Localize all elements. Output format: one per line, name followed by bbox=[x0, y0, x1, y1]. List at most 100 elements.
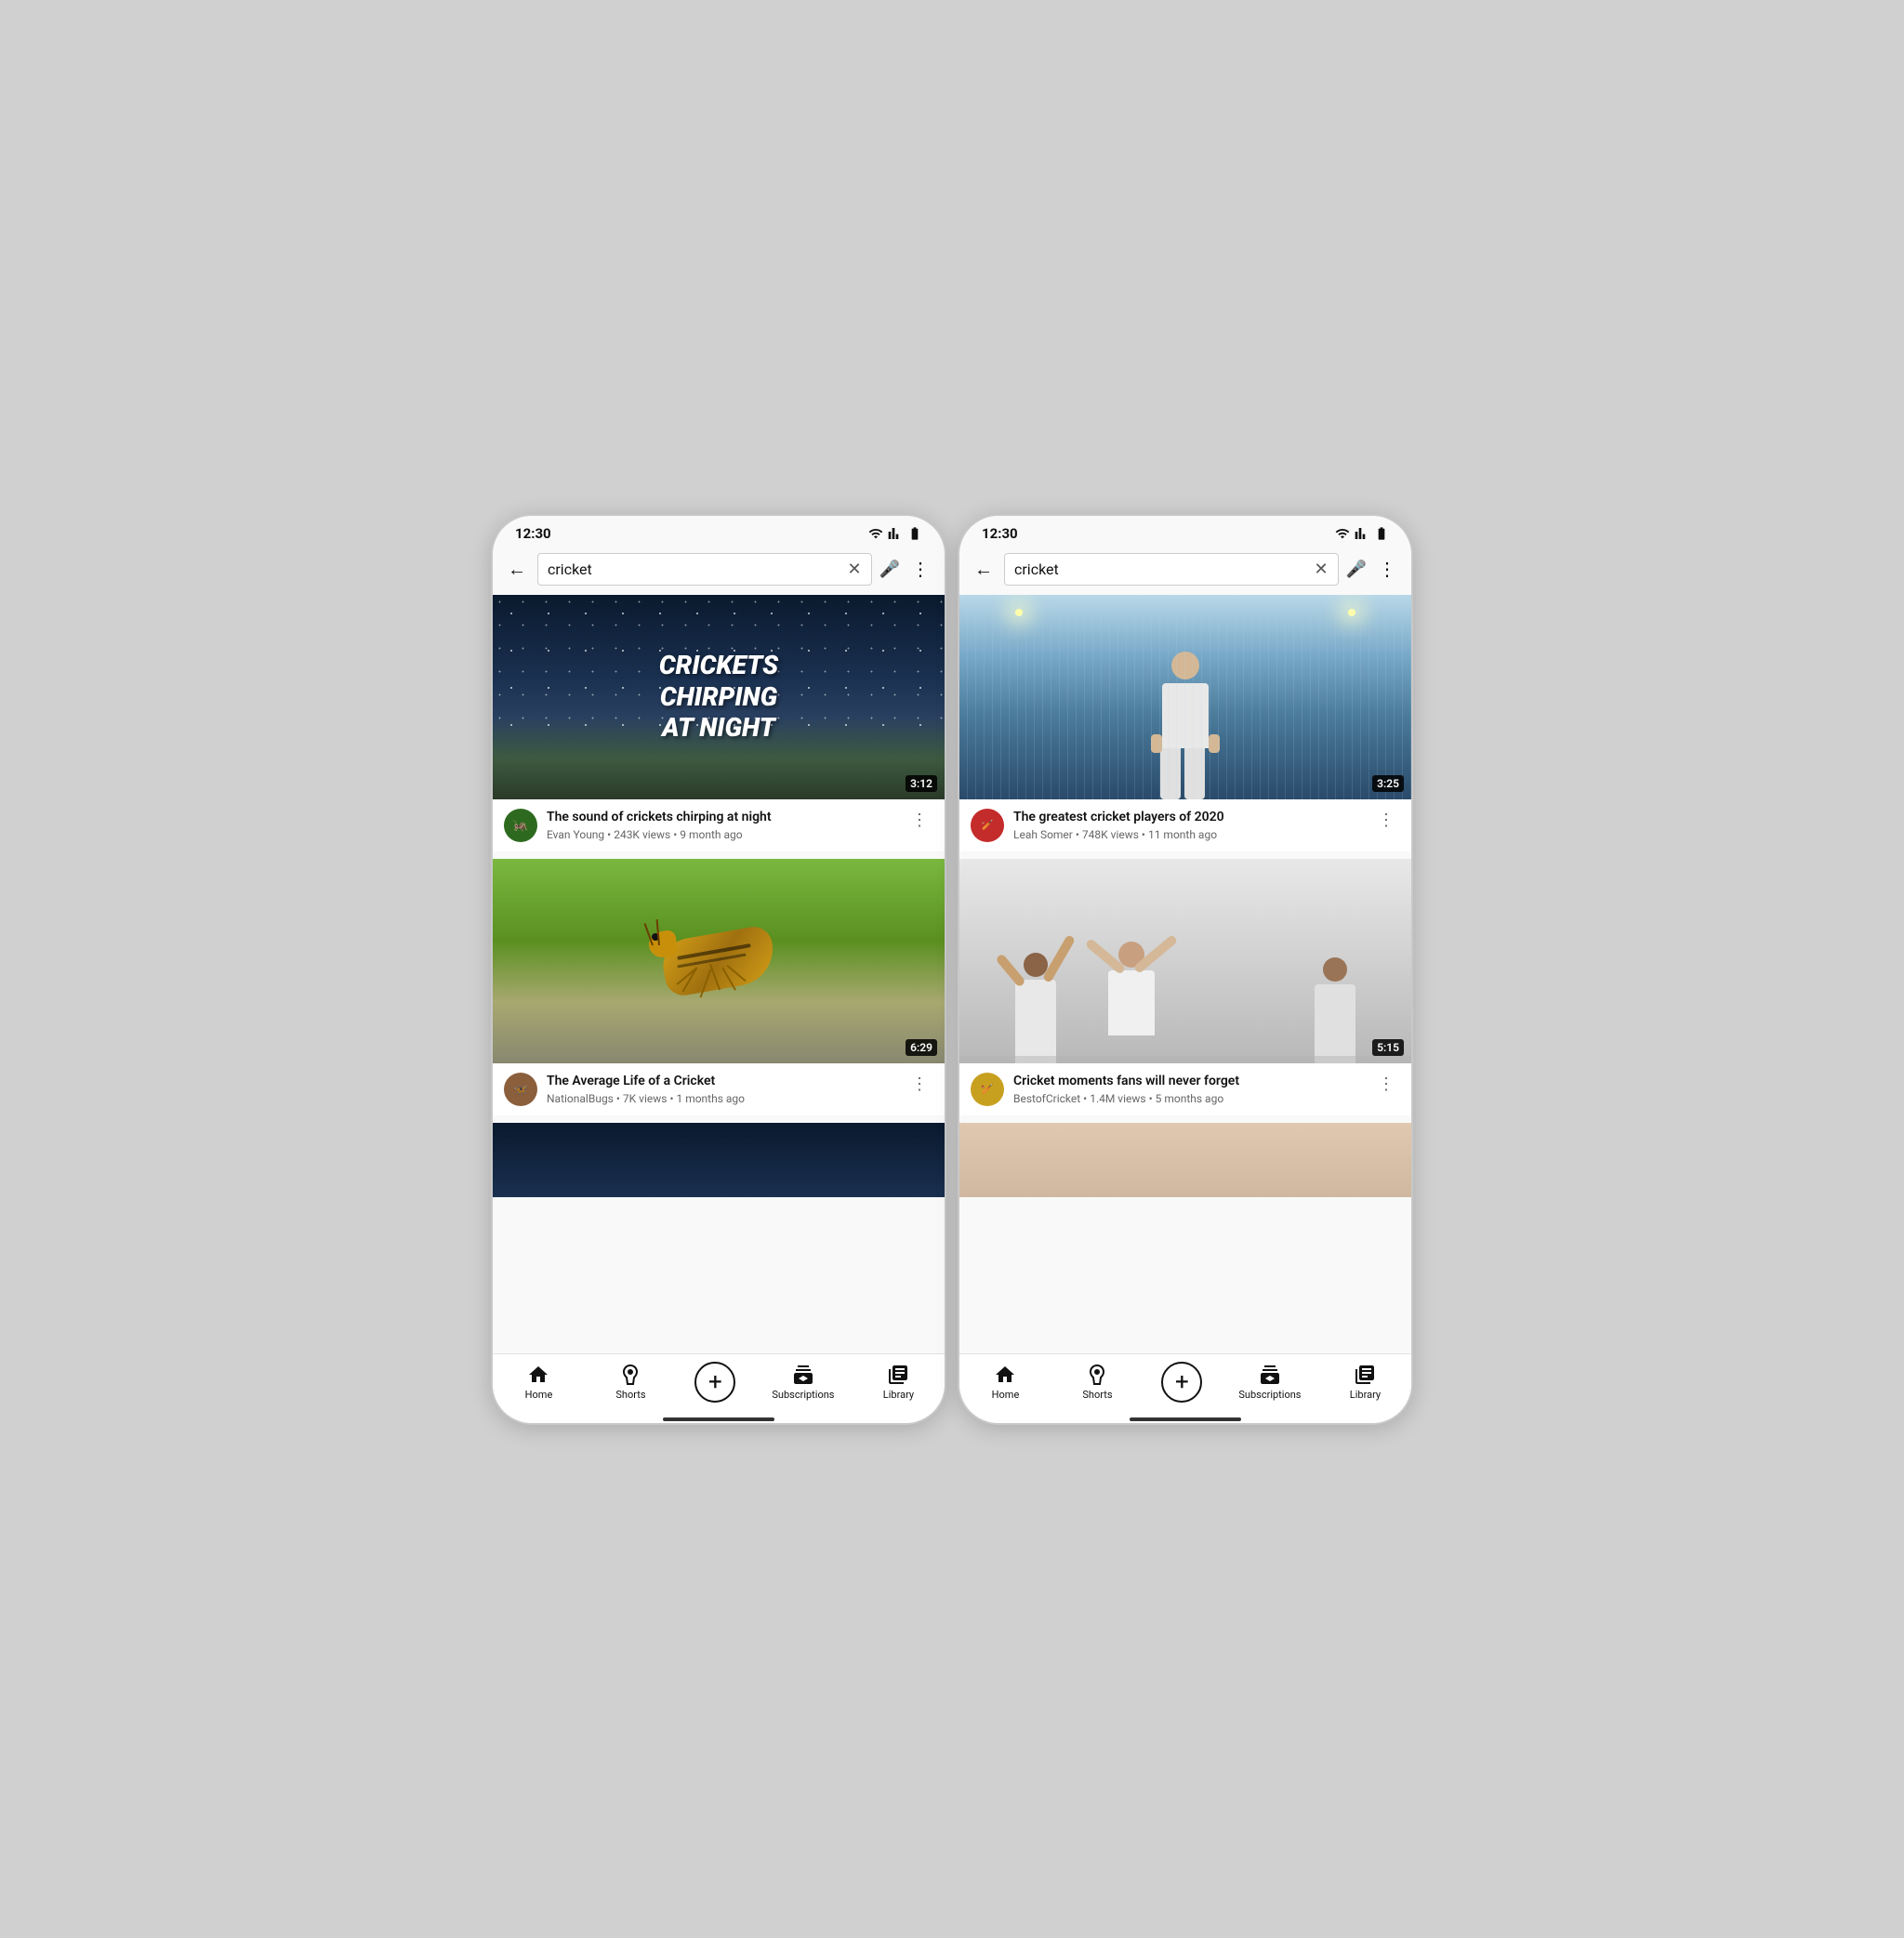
search-mic-left[interactable]: 🎤 bbox=[879, 560, 900, 579]
nav-library-left[interactable]: Library bbox=[870, 1364, 926, 1401]
content-left: CRICKETSCHIRPINGAT NIGHT 3:12 🦗 The soun… bbox=[493, 595, 945, 1353]
subscriptions-icon-right bbox=[1259, 1364, 1281, 1386]
video-sub-1: Evan Young • 243K views • 9 month ago bbox=[547, 828, 896, 841]
video-card-partial-left bbox=[493, 1123, 945, 1197]
back-button-right[interactable]: ← bbox=[971, 554, 997, 585]
library-icon-left bbox=[887, 1364, 909, 1386]
video-sub-3: Leah Somer • 748K views • 11 month ago bbox=[1013, 828, 1363, 841]
nav-home-right[interactable]: Home bbox=[977, 1364, 1033, 1401]
duration-badge-3: 3:25 bbox=[1372, 775, 1404, 792]
status-bar-right: 12:30 bbox=[959, 516, 1411, 547]
video-card-partial-right bbox=[959, 1123, 1411, 1197]
content-right: 3:25 🏏 The greatest cricket players of 2… bbox=[959, 595, 1411, 1353]
signal-icon bbox=[888, 526, 903, 541]
video-more-2[interactable]: ⋮ bbox=[906, 1073, 933, 1096]
nav-subscriptions-left[interactable]: Subscriptions bbox=[772, 1364, 834, 1401]
search-input-wrap-left[interactable]: cricket ✕ bbox=[537, 553, 872, 586]
video-title-3: The greatest cricket players of 2020 bbox=[1013, 809, 1363, 825]
home-indicator-left bbox=[493, 1417, 945, 1423]
subscriptions-icon-left bbox=[792, 1364, 814, 1386]
video-info-3: 🏏 The greatest cricket players of 2020 L… bbox=[959, 799, 1411, 851]
nav-shorts-right[interactable]: Shorts bbox=[1069, 1364, 1125, 1401]
video-title-4: Cricket moments fans will never forget bbox=[1013, 1073, 1363, 1089]
search-bar-left: ← cricket ✕ 🎤 ⋮ bbox=[493, 547, 945, 595]
battery-icon-right bbox=[1374, 526, 1389, 541]
video-more-3[interactable]: ⋮ bbox=[1372, 809, 1400, 832]
bottom-nav-right: Home Shorts + Subscriptions Library bbox=[959, 1353, 1411, 1417]
battery-icon bbox=[907, 526, 922, 541]
video-info-2: 🦋 The Average Life of a Cricket National… bbox=[493, 1063, 945, 1115]
status-bar-left: 12:30 bbox=[493, 516, 945, 547]
thumbnail-4: 5:15 bbox=[959, 859, 1411, 1063]
nav-add-right[interactable]: + bbox=[1161, 1362, 1202, 1403]
home-bar-left bbox=[663, 1417, 774, 1421]
signal-icon-right bbox=[1355, 526, 1369, 541]
home-bar-right bbox=[1130, 1417, 1241, 1421]
video-meta-1: The sound of crickets chirping at night … bbox=[547, 809, 896, 841]
nav-library-right[interactable]: Library bbox=[1337, 1364, 1393, 1401]
duration-badge-1: 3:12 bbox=[906, 775, 937, 792]
video-card-2[interactable]: 6:29 🦋 The Average Life of a Cricket Nat… bbox=[493, 859, 945, 1115]
back-button-left[interactable]: ← bbox=[504, 554, 530, 585]
video-sub-2: NationalBugs • 7K views • 1 months ago bbox=[547, 1092, 896, 1105]
thumb-insect-bg bbox=[493, 859, 945, 1063]
search-clear-right[interactable]: ✕ bbox=[1314, 560, 1328, 579]
duration-badge-2: 6:29 bbox=[906, 1039, 937, 1056]
search-more-left[interactable]: ⋮ bbox=[907, 554, 933, 584]
nav-home-left[interactable]: Home bbox=[510, 1364, 566, 1401]
video-meta-4: Cricket moments fans will never forget B… bbox=[1013, 1073, 1363, 1105]
search-clear-left[interactable]: ✕ bbox=[847, 560, 861, 579]
phone-right: 12:30 ← cricket ✕ 🎤 ⋮ bbox=[958, 514, 1413, 1425]
search-mic-right[interactable]: 🎤 bbox=[1346, 560, 1367, 579]
search-input-wrap-right[interactable]: cricket ✕ bbox=[1004, 553, 1339, 586]
nav-add-left[interactable]: + bbox=[694, 1362, 735, 1403]
phone-left: 12:30 ← cricket ✕ 🎤 ⋮ CRICKETSCHIRPINGAT… bbox=[491, 514, 946, 1425]
video-title-1: The sound of crickets chirping at night bbox=[547, 809, 896, 825]
video-meta-3: The greatest cricket players of 2020 Lea… bbox=[1013, 809, 1363, 841]
thumbnail-2: 6:29 bbox=[493, 859, 945, 1063]
search-bar-right: ← cricket ✕ 🎤 ⋮ bbox=[959, 547, 1411, 595]
video-card-1[interactable]: CRICKETSCHIRPINGAT NIGHT 3:12 🦗 The soun… bbox=[493, 595, 945, 851]
insect-illustration bbox=[626, 896, 812, 1026]
video-info-4: 🏏 Cricket moments fans will never forget… bbox=[959, 1063, 1411, 1115]
thumbnail-3: 3:25 bbox=[959, 595, 1411, 799]
status-time-right: 12:30 bbox=[982, 525, 1018, 542]
video-more-4[interactable]: ⋮ bbox=[1372, 1073, 1400, 1096]
status-time-left: 12:30 bbox=[515, 525, 551, 542]
night-text: CRICKETSCHIRPINGAT NIGHT bbox=[659, 650, 778, 744]
video-title-2: The Average Life of a Cricket bbox=[547, 1073, 896, 1089]
status-icons-left bbox=[868, 526, 922, 541]
avatar-1: 🦗 bbox=[504, 809, 537, 842]
thumbnail-partial-left bbox=[493, 1123, 945, 1197]
status-icons-right bbox=[1335, 526, 1389, 541]
nav-shorts-left[interactable]: Shorts bbox=[602, 1364, 658, 1401]
video-sub-4: BestofCricket • 1.4M views • 5 months ag… bbox=[1013, 1092, 1363, 1105]
nav-subscriptions-right[interactable]: Subscriptions bbox=[1238, 1364, 1301, 1401]
video-meta-2: The Average Life of a Cricket NationalBu… bbox=[547, 1073, 896, 1105]
bottom-nav-left: Home Shorts + Subscriptions Library bbox=[493, 1353, 945, 1417]
video-card-3[interactable]: 3:25 🏏 The greatest cricket players of 2… bbox=[959, 595, 1411, 851]
thumb-night-bg: CRICKETSCHIRPINGAT NIGHT bbox=[493, 595, 945, 799]
avatar-4: 🏏 bbox=[971, 1073, 1004, 1106]
home-indicator-right bbox=[959, 1417, 1411, 1423]
video-info-1: 🦗 The sound of crickets chirping at nigh… bbox=[493, 799, 945, 851]
avatar-3: 🏏 bbox=[971, 809, 1004, 842]
video-card-4[interactable]: 5:15 🏏 Cricket moments fans will never f… bbox=[959, 859, 1411, 1115]
search-text-right: cricket bbox=[1014, 560, 1306, 578]
wifi-icon-right bbox=[1335, 526, 1350, 541]
home-icon-right bbox=[994, 1364, 1016, 1386]
thumbnail-1: CRICKETSCHIRPINGAT NIGHT 3:12 bbox=[493, 595, 945, 799]
wifi-icon bbox=[868, 526, 883, 541]
thumb-celebration-bg bbox=[959, 859, 1411, 1063]
search-text-left: cricket bbox=[548, 560, 840, 578]
shorts-icon-left bbox=[619, 1364, 641, 1386]
home-icon-left bbox=[527, 1364, 549, 1386]
avatar-2: 🦋 bbox=[504, 1073, 537, 1106]
thumbnail-partial-right bbox=[959, 1123, 1411, 1197]
video-more-1[interactable]: ⋮ bbox=[906, 809, 933, 832]
thumb-player-bg bbox=[959, 595, 1411, 799]
search-more-right[interactable]: ⋮ bbox=[1374, 554, 1400, 584]
library-icon-right bbox=[1354, 1364, 1376, 1386]
shorts-icon-right bbox=[1086, 1364, 1108, 1386]
duration-badge-4: 5:15 bbox=[1372, 1039, 1404, 1056]
